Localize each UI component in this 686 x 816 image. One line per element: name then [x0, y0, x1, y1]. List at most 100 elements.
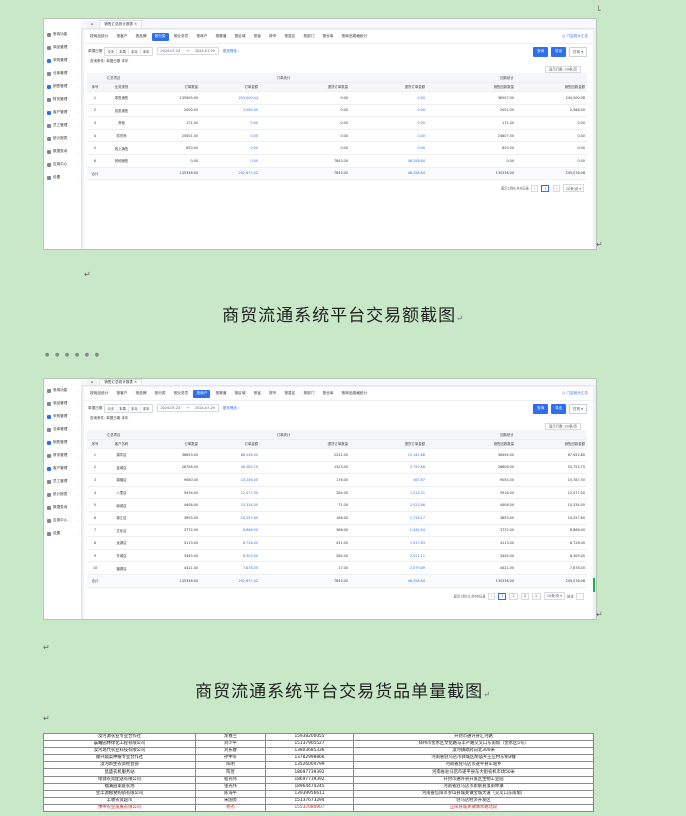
row-config[interactable]: 显示行数: 20条/页	[84, 65, 593, 73]
column-header[interactable]: 销售回款数量	[427, 439, 516, 449]
nav-tab[interactable]: 按县区	[281, 390, 298, 398]
sidebar-item[interactable]: 应用中心 ›	[44, 514, 81, 527]
nav-tab[interactable]: 按仓库	[319, 390, 336, 398]
export-button[interactable]: 导出	[551, 404, 567, 414]
nav-tab[interactable]: 按商品规格统计	[339, 33, 371, 41]
sidebar-item[interactable]: 统计报表 ›	[44, 488, 81, 501]
row-config[interactable]: 显示行数: 20条/页	[84, 422, 593, 430]
shortcut-year[interactable]: 本年	[141, 48, 152, 55]
nav-tab[interactable]: 按部门	[300, 33, 317, 41]
column-header[interactable]: 业务类别	[103, 82, 140, 92]
shortcut-week[interactable]: 本周	[117, 47, 129, 55]
sidebar-item[interactable]: 销售管理 ›	[44, 80, 81, 93]
sidebar-item[interactable]: 财务管理 ›	[44, 93, 81, 106]
column-header[interactable]: 退货订单数量	[260, 82, 350, 92]
pager-prev[interactable]: ‹	[530, 185, 539, 193]
search-button[interactable]: 查询	[533, 47, 549, 57]
nav-tab[interactable]: 按品牌	[133, 390, 150, 398]
column-header[interactable]: 订单金额	[200, 439, 260, 449]
column-header[interactable]: 订单金额	[200, 82, 260, 92]
export-button[interactable]: 导出	[551, 47, 567, 57]
nav-tab[interactable]: 按仓库	[319, 33, 336, 41]
sidebar-item[interactable]: 数据查询 ›	[44, 501, 81, 514]
column-header[interactable]: 销售回款数量	[427, 82, 516, 92]
shortcut-week[interactable]: 本周	[117, 404, 129, 412]
sidebar-item[interactable]: 采购管理 ›	[44, 54, 81, 67]
nav-tab[interactable]: 按区域	[232, 33, 249, 41]
sidebar-item[interactable]: 员工管理 ›	[44, 475, 81, 488]
column-header[interactable]: 序号	[87, 82, 103, 92]
shortcut-month[interactable]: 本月	[129, 47, 141, 55]
column-header[interactable]: 客户名称	[103, 439, 140, 449]
nav-tab[interactable]: 按渠道	[212, 390, 229, 398]
pager-page[interactable]: 2	[509, 592, 518, 600]
column-header[interactable]: 销售回款金额	[516, 439, 587, 449]
pager-next[interactable]: >	[531, 592, 541, 600]
nav-tab-active[interactable]: 按商户	[193, 389, 211, 398]
column-header[interactable]: 订单数量	[140, 82, 200, 92]
pager-goto-input[interactable]	[575, 592, 584, 600]
home-tab[interactable]: ⌂	[87, 380, 98, 385]
column-header[interactable]: 订单数量	[140, 439, 200, 449]
shortcut-today[interactable]: 今天	[105, 404, 118, 412]
pager-page[interactable]: 3	[520, 592, 529, 600]
pager-prev[interactable]: ‹	[487, 592, 496, 600]
report-tab[interactable]: 销售汇总统计报表 ×	[99, 20, 143, 28]
pager-next[interactable]: ›	[552, 185, 560, 193]
nav-tab[interactable]: 按县区	[281, 33, 298, 41]
home-tab[interactable]: ⌂	[87, 21, 98, 28]
nav-tab[interactable]: 按省	[251, 390, 264, 398]
sidebar-item[interactable]: 客户管理 ›	[44, 462, 81, 475]
pager-size[interactable]: 10条/页 ▾	[543, 591, 565, 600]
nav-tab[interactable]: 按业务员	[171, 390, 192, 398]
column-header[interactable]: 退货订单金额	[350, 439, 427, 449]
date-range-picker[interactable]: 2024-07-23 → 2024-07-29	[156, 47, 219, 55]
sidebar-item[interactable]: 员工管理 ›	[44, 119, 81, 132]
shortcut-month[interactable]: 本月	[129, 404, 141, 412]
nav-tab[interactable]: 按业务员	[171, 33, 192, 41]
column-header[interactable]: 序号	[87, 439, 103, 449]
nav-tab[interactable]: 按商品规格统计	[339, 390, 371, 398]
more-filters-link[interactable]: 更多筛选 ›	[223, 49, 240, 54]
nav-tab[interactable]: 按客户	[113, 390, 130, 398]
nav-tab[interactable]: 按部门	[300, 390, 317, 398]
nav-tab-active[interactable]: 按分类	[151, 32, 169, 41]
pager-size[interactable]: 20条/页 ▾	[562, 184, 584, 193]
store-summary-link[interactable]: ◎ 门店统计汇总	[562, 391, 588, 396]
nav-tab[interactable]: 按省	[251, 33, 264, 41]
sidebar-item[interactable]: 销售管理 ›	[44, 436, 81, 449]
nav-tab[interactable]: 按市	[266, 390, 279, 398]
report-tab[interactable]: 销售汇总统计报表 ×	[99, 379, 143, 385]
sidebar-item[interactable]: 统计报表 ›	[44, 132, 81, 145]
nav-tab[interactable]: 按商品统计	[87, 390, 111, 398]
nav-tab[interactable]: 按品牌	[133, 33, 150, 41]
sidebar-item[interactable]: 客户管理 ›	[44, 106, 81, 119]
sidebar-item[interactable]: 仓库管理 ›	[44, 423, 81, 436]
store-summary-link[interactable]: ◎ 门店统计汇总	[562, 34, 588, 39]
search-button[interactable]: 查询	[533, 404, 549, 414]
sidebar-item[interactable]: 财务管理 ›	[44, 449, 81, 462]
nav-tab[interactable]: 按市	[266, 33, 279, 41]
column-header[interactable]: 销售回款金额	[516, 82, 587, 92]
column-header[interactable]: 退货订单金额	[350, 82, 427, 92]
pager-page[interactable]: 1	[541, 185, 550, 193]
more-filters-link[interactable]: 更多筛选 ›	[223, 406, 240, 411]
sidebar-item[interactable]: 常用功能 ›	[44, 28, 81, 41]
sidebar-item[interactable]: 商品管理 ›	[44, 397, 81, 410]
sidebar-item[interactable]: 数据查询 ›	[44, 145, 81, 158]
nav-tab[interactable]: 按渠道	[212, 33, 229, 41]
print-button[interactable]: 打印 ▾	[569, 404, 587, 414]
sidebar-item[interactable]: 应用中心 ›	[44, 158, 81, 171]
shortcut-today[interactable]: 今天	[105, 47, 118, 55]
nav-tab[interactable]: 按区域	[232, 390, 249, 398]
sidebar-item[interactable]: 设置 ›	[44, 527, 81, 540]
column-header[interactable]: 退货订单数量	[260, 439, 350, 449]
sidebar-item[interactable]: 设置 ›	[44, 171, 81, 184]
pager-page[interactable]: 1	[498, 592, 507, 600]
nav-tab[interactable]: 按商品统计	[87, 33, 111, 41]
sidebar-item[interactable]: 商品管理 ›	[44, 41, 81, 54]
nav-tab[interactable]: 按客户	[113, 33, 130, 41]
sidebar-item[interactable]: 常用功能 ›	[44, 384, 81, 397]
shortcut-year[interactable]: 本年	[141, 405, 152, 412]
nav-tab[interactable]: 按商户	[193, 33, 210, 41]
